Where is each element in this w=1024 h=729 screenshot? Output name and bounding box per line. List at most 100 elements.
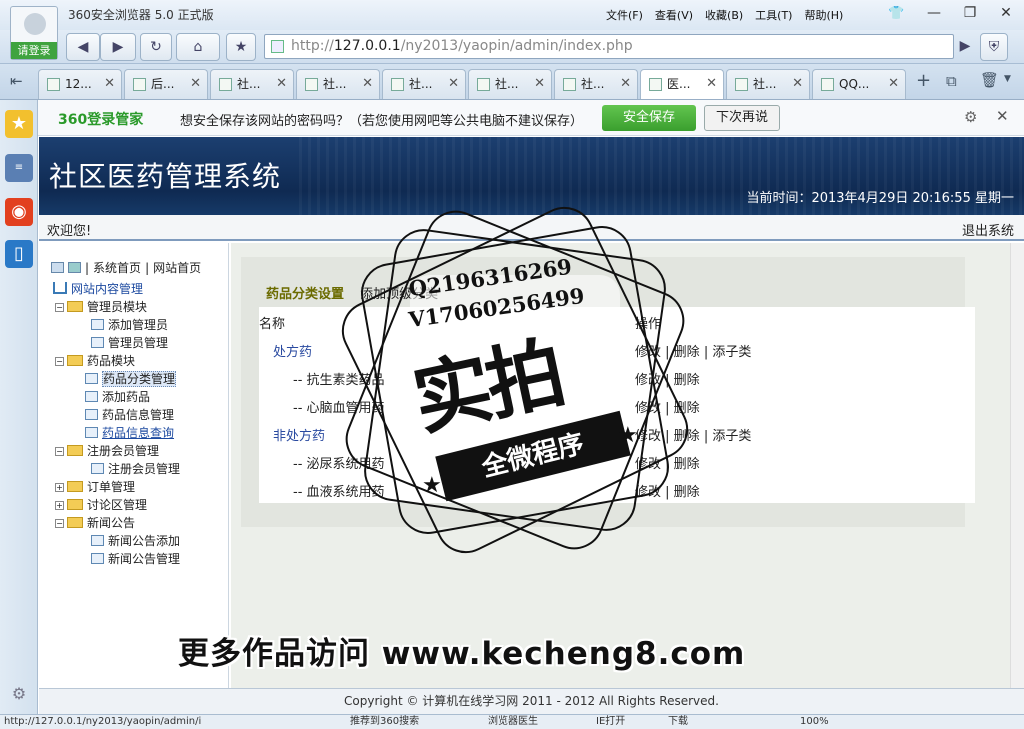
new-tab-plus-icon[interactable]: + [916,70,931,91]
edit-link[interactable]: 修改 [635,457,661,472]
edit-link[interactable]: 修改 [635,345,661,360]
tab-close-icon[interactable]: ✕ [104,70,115,98]
tab-5[interactable]: 社... ✕ [382,69,466,99]
tree-item-add-admin[interactable]: 添加管理员 [91,316,168,333]
back-button[interactable]: ◀ [66,33,100,61]
tree-folder-drug[interactable]: − 药品模块 [55,352,135,369]
tree-folder-news[interactable]: − 新闻公告 [55,514,135,531]
phone-icon[interactable]: ▯ [5,240,33,268]
settings-gear-icon[interactable]: ⚙ [5,680,33,708]
menu-view[interactable]: 查看(V) [655,7,693,23]
menu-help[interactable]: 帮助(H) [804,7,843,23]
user-avatar[interactable]: 请登录 [10,6,58,60]
chevron-down-icon[interactable]: ▼ [1004,74,1011,84]
security-shield-button[interactable]: ⛨ [980,33,1008,61]
status-zoom[interactable]: 100% [800,715,829,729]
logout-link[interactable]: 退出系统 [962,220,1014,239]
tab-8-active[interactable]: 医... ✕ [640,69,724,99]
expand-icon[interactable]: + [55,483,64,492]
tab-1[interactable]: 12... ✕ [38,69,122,99]
tab-close-icon[interactable]: ✕ [362,70,373,98]
tab-close-icon[interactable]: ✕ [620,70,631,98]
add-child-link[interactable]: 添子类 [712,345,751,360]
delete-link[interactable]: 删除 [674,401,700,416]
next-time-button[interactable]: 下次再说 [704,105,780,131]
status-browser-doctor[interactable]: 浏览器医生 [488,715,538,729]
close-icon[interactable]: ✕ [996,107,1009,125]
minimize-button[interactable]: — [916,0,952,26]
menu-favorites[interactable]: 收藏(B) [705,7,743,23]
page-scrollbar[interactable] [1010,243,1024,688]
collapse-icon[interactable]: − [55,519,64,528]
safe-save-button[interactable]: 安全保存 [602,105,696,131]
edit-link[interactable]: 修改 [635,485,661,500]
home-button[interactable]: ⌂ [176,33,220,61]
forward-button[interactable]: ▶ [100,33,136,61]
category-name[interactable]: -- 血液系统用药 [293,481,385,500]
tab-close-icon[interactable]: ✕ [706,70,717,98]
go-button[interactable]: ▶ [955,33,975,61]
tab-close-icon[interactable]: ✕ [276,70,287,98]
tree-item-news-add[interactable]: 新闻公告添加 [91,532,180,549]
tree-item-drug-category[interactable]: 药品分类管理 [85,370,177,387]
category-name[interactable]: 处方药 [273,341,312,360]
collapse-icon[interactable]: − [55,357,64,366]
maximize-button[interactable]: ❐ [952,0,988,26]
tab-close-icon[interactable]: ✕ [534,70,545,98]
collapse-icon[interactable]: − [55,303,64,312]
tab-3[interactable]: 社... ✕ [210,69,294,99]
tree-folder-admin[interactable]: − 管理员模块 [55,298,147,315]
add-child-link[interactable]: 添子类 [712,429,751,444]
tab-list-icon[interactable]: ⧉ [946,72,957,90]
status-ie-open[interactable]: IE打开 [596,715,625,729]
tab-close-icon[interactable]: ✕ [792,70,803,98]
login-button[interactable]: 请登录 [11,42,57,59]
tree-item-news-manage[interactable]: 新闻公告管理 [91,550,180,567]
tab-10[interactable]: QQ... ✕ [812,69,906,99]
tree-folder-forum[interactable]: + 讨论区管理 [55,496,147,513]
tab-9[interactable]: 社... ✕ [726,69,810,99]
tree-item-drug-manage[interactable]: 药品信息管理 [85,406,174,423]
tree-item-add-drug[interactable]: 添加药品 [85,388,150,405]
tab-close-icon[interactable]: ✕ [190,70,201,98]
tree-root[interactable]: 网站内容管理 [53,280,143,297]
tree-folder-member[interactable]: − 注册会员管理 [55,442,159,459]
tree-item-drug-query[interactable]: 药品信息查询 [85,424,174,441]
delete-link[interactable]: 删除 [674,373,700,388]
address-bar[interactable]: http://127.0.0.1/ny2013/yaopin/admin/ind… [264,34,954,59]
trash-icon[interactable]: 🗑 [980,71,999,89]
skin-shirt-icon[interactable]: 👕 [888,6,904,21]
category-name[interactable]: -- 心脑血管用药 [293,397,385,416]
system-home-link[interactable]: 系统首页 [93,259,141,276]
refresh-button[interactable]: ↻ [140,33,172,61]
tab-6[interactable]: 社... ✕ [468,69,552,99]
site-home-link[interactable]: 网站首页 [153,259,201,276]
status-download[interactable]: 下载 [668,715,688,729]
favorite-star-button[interactable]: ★ [226,33,256,61]
tab-7[interactable]: 社... ✕ [554,69,638,99]
sidebar-toggle-icon[interactable]: ⇤ [10,72,23,90]
collapse-icon[interactable]: − [55,447,64,456]
delete-link[interactable]: 删除 [674,485,700,500]
delete-link[interactable]: 删除 [674,429,700,444]
tree-item-member-manage[interactable]: 注册会员管理 [91,460,180,477]
edit-link[interactable]: 修改 [635,373,661,388]
add-top-category-link[interactable]: 添加顶级分类 [360,287,438,302]
menu-file[interactable]: 文件(F) [606,7,643,23]
favorites-star-icon[interactable]: ★ [5,110,33,138]
tab-2[interactable]: 后... ✕ [124,69,208,99]
delete-link[interactable]: 删除 [674,345,700,360]
category-name[interactable]: -- 抗生素类药品 [293,369,385,388]
weibo-icon[interactable]: ◉ [5,198,33,226]
close-window-button[interactable]: ✕ [988,0,1024,26]
gear-icon[interactable]: ⚙ [964,108,977,126]
category-name[interactable]: 非处方药 [273,425,325,444]
tab-4[interactable]: 社... ✕ [296,69,380,99]
category-name[interactable]: -- 泌尿系统用药 [293,453,385,472]
news-icon[interactable]: ≡ [5,154,33,182]
delete-link[interactable]: 删除 [674,457,700,472]
tab-close-icon[interactable]: ✕ [888,70,899,98]
edit-link[interactable]: 修改 [635,401,661,416]
status-search-recommend[interactable]: 推荐到360搜索 [350,715,419,729]
expand-icon[interactable]: + [55,501,64,510]
